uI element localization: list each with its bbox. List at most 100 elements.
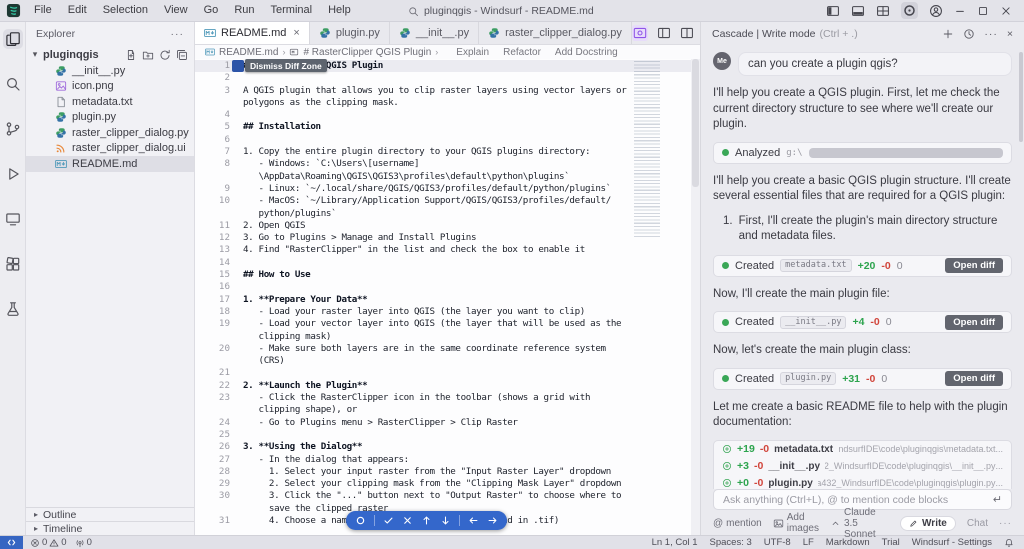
layout-grid-icon[interactable] [876,4,890,18]
review-row-__init__.py[interactable]: +3-0__init__.py...N\Blog\Entrada432_Wind… [714,458,1011,475]
tab-raster_clipper_dialog.py[interactable]: raster_clipper_dialog.py [479,22,632,44]
breadcrumb-symbol[interactable]: # RasterClipper QGIS Plugin [303,47,431,58]
open-diff-button[interactable]: Open diff [945,258,1003,273]
activity-explorer-icon[interactable] [2,29,23,49]
activity-extensions-icon[interactable] [3,254,23,274]
review-row-metadata.txt[interactable]: +19-0metadata.txt...g\Entrada432_Windsur… [714,441,1011,458]
chat-mode-toggle[interactable]: Chat [967,518,988,529]
activity-testing-icon[interactable] [3,299,23,319]
refresh-icon[interactable] [159,49,171,61]
maximize-icon[interactable] [977,5,989,17]
toolbar-more-icon[interactable]: ··· [999,518,1012,529]
outline-section[interactable]: ▸ Outline [26,507,194,521]
minimize-icon[interactable] [954,5,966,17]
close-tab-icon[interactable]: × [293,27,299,39]
windsurf-logo-ring-icon[interactable] [355,515,366,526]
history-icon[interactable] [963,28,975,40]
problems-indicator[interactable]: 0 0 [30,537,67,548]
code-line: 15 ## How to Use [218,269,311,281]
extensions-icon [5,256,21,272]
menu-file[interactable]: File [26,0,60,21]
menu-edit[interactable]: Edit [60,0,95,21]
cursor-position[interactable]: Ln 1, Col 1 [652,537,698,548]
activity-run-debug-icon[interactable] [3,164,23,184]
dismiss-diff-zone-button[interactable]: Dismiss Diff Zone [245,59,327,72]
folder-row-pluginqgis[interactable]: ▾ pluginqgis [26,46,194,63]
arrow-down-icon[interactable] [440,515,451,526]
codeium-icon[interactable] [901,2,918,19]
arrow-up-icon[interactable] [421,515,432,526]
tab-plugin.py[interactable]: plugin.py [310,22,390,44]
bell-icon[interactable] [1004,538,1014,548]
card-action: Created [735,372,775,385]
list-text: First, I'll create the plugin's main dir… [738,214,998,243]
menu-selection[interactable]: Selection [95,0,156,21]
activity-search-icon[interactable] [3,74,23,94]
menu-go[interactable]: Go [196,0,227,21]
menu-terminal[interactable]: Terminal [263,0,321,21]
list-number: 1. [723,214,733,227]
breadcrumb[interactable]: README.md › # RasterClipper QGIS Plugin … [195,45,700,59]
timeline-section[interactable]: ▸ Timeline [26,521,194,535]
editor-pane[interactable]: 1# RasterClipper QGIS Plugin23A QGIS plu… [195,59,700,535]
activity-source-control-icon[interactable] [3,119,23,139]
diff-zone-marker[interactable] [232,60,244,72]
write-mode-toggle[interactable]: Write [900,515,956,531]
eol-sequence[interactable]: LF [803,537,814,548]
file-item-icon.png[interactable]: icon.png [26,79,194,95]
command-center[interactable]: pluginqgis - Windsurf - README.md [408,0,594,22]
layout-panel-icon[interactable] [851,4,865,18]
remote-indicator[interactable] [0,536,23,549]
new-folder-icon[interactable] [142,49,154,61]
new-chat-icon[interactable] [942,28,954,40]
activity-remote-window-icon[interactable] [3,209,23,229]
tab-README.md[interactable]: README.md × [195,22,310,44]
codelens-add-docstring[interactable]: Add Docstring [555,47,618,58]
arrow-right-icon[interactable] [487,515,498,526]
codelens-explain[interactable]: Explain [456,47,489,58]
file-item-raster_clipper_dialog.py[interactable]: raster_clipper_dialog.py [26,125,194,141]
breadcrumb-file[interactable]: README.md [219,47,278,58]
new-file-icon[interactable] [125,49,137,61]
check-icon[interactable] [383,515,394,526]
close-icon[interactable]: × [1007,28,1013,40]
layout-sidebar-icon[interactable] [826,4,840,18]
collapse-all-icon[interactable] [176,49,188,61]
folder-actions [125,49,194,61]
open-changes-icon[interactable] [680,26,694,40]
enter-icon[interactable]: ↵ [993,493,1002,506]
file-item-raster_clipper_dialog.ui[interactable]: raster_clipper_dialog.ui [26,141,194,157]
cascade-conversation[interactable]: Me can you create a plugin qgis? I'll he… [701,46,1024,489]
cascade-scrollbar[interactable] [1019,52,1023,142]
menu-help[interactable]: Help [320,0,359,21]
analyzed-card[interactable]: Analyzed g:\ [713,141,1012,164]
editor-scrollbar[interactable] [691,59,700,535]
open-diff-button[interactable]: Open diff [945,314,1003,330]
more-icon[interactable]: ··· [984,28,998,40]
file-item-metadata.txt[interactable]: metadata.txt [26,94,194,110]
sidebar-more-icon[interactable]: ··· [171,28,185,40]
close-icon[interactable] [1000,5,1012,17]
ports-indicator[interactable]: 0 [75,537,92,548]
close-x-icon[interactable] [402,515,413,526]
file-item-README.md[interactable]: README.md [26,156,194,172]
split-editor-icon[interactable] [657,26,671,40]
file-item-plugin.py[interactable]: plugin.py [26,110,194,126]
arrow-left-icon[interactable] [468,515,479,526]
file-item-__init__.py[interactable]: __init__.py [26,63,194,79]
open-diff-button[interactable]: Open diff [945,371,1003,386]
mention-button[interactable]: @ mention [713,518,762,529]
minimap[interactable] [634,61,660,237]
indentation[interactable]: Spaces: 3 [710,537,752,548]
tab-__init__.py[interactable]: __init__.py [390,22,480,44]
windsurf-settings[interactable]: Windsurf - Settings [912,537,992,548]
menu-run[interactable]: Run [226,0,262,21]
codelens-refactor[interactable]: Refactor [503,47,541,58]
review-row-plugin.py[interactable]: +0-0plugin.py...ON\Blog\Entrada432_Winds… [714,475,1011,489]
menu-view[interactable]: View [156,0,196,21]
encoding[interactable]: UTF-8 [764,537,791,548]
account-icon[interactable] [929,4,943,18]
add-images-button[interactable]: Add images [773,512,819,534]
model-selector[interactable]: Claude 3.5 Sonnet [830,507,889,540]
preview-icon[interactable] [631,25,648,41]
